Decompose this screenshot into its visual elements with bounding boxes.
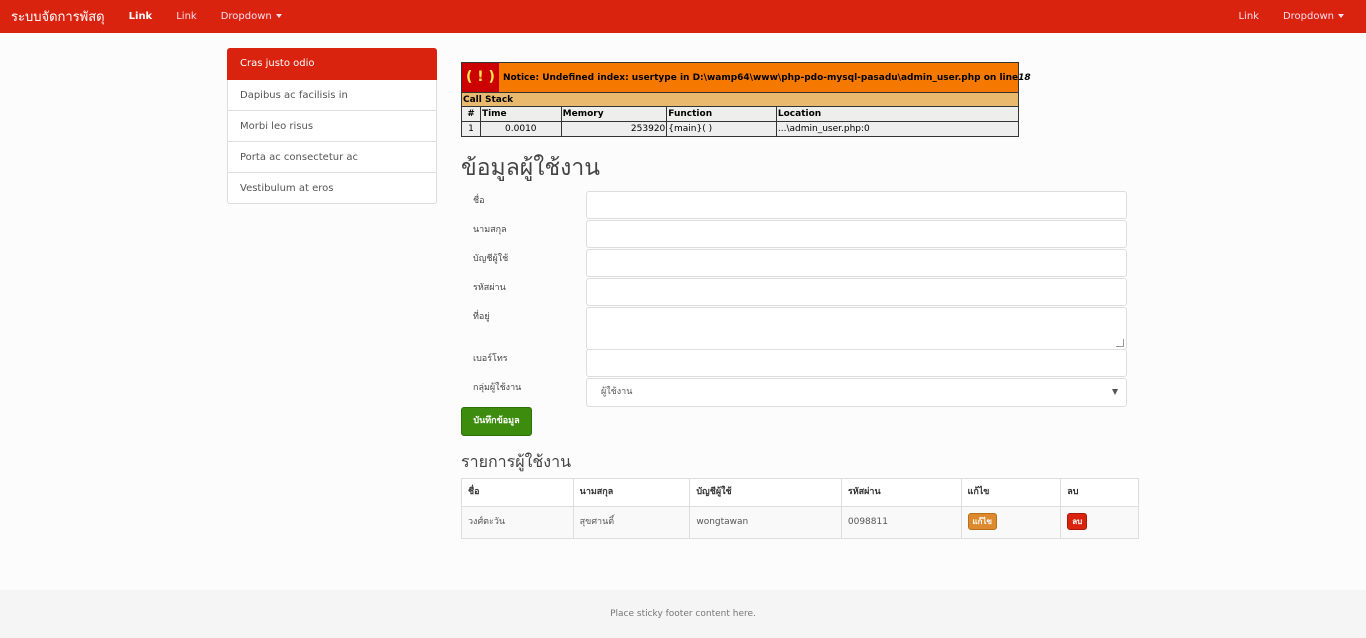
nav-dropdown-right-label: Dropdown bbox=[1282, 11, 1334, 22]
col-time: Time bbox=[481, 107, 562, 121]
notice-header: ( ! ) Notice: Undefined index: usertype … bbox=[462, 63, 1031, 92]
nav-link-right[interactable]: Link bbox=[1226, 0, 1270, 33]
th-username: บัญชีผู้ใช้ bbox=[690, 479, 842, 506]
notice-line: 18 bbox=[1018, 72, 1031, 83]
nav-right-group: Link Dropdown bbox=[1226, 0, 1356, 33]
warning-icon: ( ! ) bbox=[462, 63, 499, 92]
delete-button[interactable]: ลบ bbox=[1067, 513, 1088, 530]
cell-location: ...\admin_user.php:0 bbox=[777, 124, 870, 134]
th-delete: ลบ bbox=[1067, 487, 1079, 497]
first-name-input[interactable] bbox=[586, 191, 1127, 219]
nav-dropdown-right[interactable]: Dropdown bbox=[1271, 0, 1356, 33]
cell-last-name: สุขศานติ์ bbox=[574, 507, 691, 538]
navbar-brand[interactable]: ระบบจัดการพัสดุ bbox=[11, 6, 105, 27]
th-edit: แก้ไข bbox=[962, 479, 1062, 506]
group-select-value: ผู้ใช้งาน bbox=[601, 387, 633, 397]
user-list-title: รายการผู้ใช้งาน bbox=[461, 452, 571, 471]
footer-text: Place sticky footer content here. bbox=[610, 609, 756, 619]
col-index: # bbox=[462, 107, 481, 121]
call-stack-label: Call Stack bbox=[462, 92, 1018, 106]
cell-password: 0098811 bbox=[842, 507, 962, 538]
cell-memory: 253920 bbox=[562, 122, 668, 136]
cell-time: 0.0010 bbox=[481, 122, 562, 136]
address-label: ที่อยู่ bbox=[473, 312, 490, 322]
save-button[interactable]: บันทึกข้อมูล bbox=[461, 407, 532, 436]
th-password: รหัสผ่าน bbox=[842, 479, 962, 506]
page-title: ข้อมูลผู้ใช้งาน bbox=[461, 155, 600, 181]
username-input[interactable] bbox=[586, 249, 1127, 277]
select-arrow-icon bbox=[1112, 389, 1118, 395]
cell-username: wongtawan bbox=[690, 507, 842, 538]
resize-handle-icon[interactable] bbox=[1116, 339, 1124, 347]
call-stack-header: # Time Memory Function Location bbox=[462, 106, 1018, 121]
caret-down-icon bbox=[275, 14, 282, 18]
nav-link-2[interactable]: Link bbox=[164, 0, 208, 33]
nav-link-1[interactable]: Link bbox=[117, 0, 165, 33]
phone-input[interactable] bbox=[586, 349, 1127, 377]
php-notice-box: ( ! ) Notice: Undefined index: usertype … bbox=[461, 62, 1031, 137]
col-memory: Memory bbox=[562, 107, 668, 121]
last-name-input[interactable] bbox=[586, 220, 1127, 248]
cell-first-name: วงศ์ตะวัน bbox=[462, 507, 574, 538]
sidebar-list-group: Cras justo odio Dapibus ac facilisis in … bbox=[227, 48, 437, 204]
edit-button[interactable]: แก้ไข bbox=[967, 513, 998, 530]
username-label: บัญชีผู้ใช้ bbox=[473, 254, 509, 264]
cell-delete: ลบ bbox=[1061, 507, 1138, 538]
group-select[interactable]: ผู้ใช้งาน bbox=[586, 378, 1127, 407]
cell-function: {main}( ) bbox=[667, 122, 777, 136]
nav-dropdown-left[interactable]: Dropdown bbox=[209, 0, 294, 33]
group-label: กลุ่มผู้ใช้งาน bbox=[473, 383, 522, 393]
address-textarea[interactable] bbox=[586, 307, 1127, 350]
sidebar-item-dapibus[interactable]: Dapibus ac facilisis in bbox=[227, 80, 437, 111]
sidebar-item-morbi[interactable]: Morbi leo risus bbox=[227, 111, 437, 142]
cell-index: 1 bbox=[462, 122, 481, 136]
user-table: ชื่อ นามสกุล บัญชีผู้ใช้ รหัสผ่าน แก้ไข … bbox=[461, 478, 1139, 539]
password-input[interactable] bbox=[586, 278, 1127, 306]
table-row: วงศ์ตะวัน สุขศานติ์ wongtawan 0098811 แก… bbox=[462, 506, 1138, 538]
sidebar-item-cras[interactable]: Cras justo odio bbox=[227, 48, 437, 80]
th-last-name: นามสกุล bbox=[574, 479, 691, 506]
phone-label: เบอร์โทร bbox=[473, 354, 508, 364]
th-first-name: ชื่อ bbox=[462, 479, 574, 506]
first-name-label: ชื่อ bbox=[473, 196, 485, 206]
col-function: Function bbox=[667, 107, 777, 121]
cell-edit: แก้ไข bbox=[962, 507, 1062, 538]
caret-down-icon bbox=[1338, 14, 1344, 18]
table-header-row: ชื่อ นามสกุล บัญชีผู้ใช้ รหัสผ่าน แก้ไข … bbox=[462, 479, 1138, 506]
password-label: รหัสผ่าน bbox=[473, 283, 506, 293]
notice-message: Notice: Undefined index: usertype in D:\… bbox=[502, 72, 1019, 83]
sidebar-item-vestibulum[interactable]: Vestibulum at eros bbox=[227, 173, 437, 204]
sidebar-item-porta[interactable]: Porta ac consectetur ac bbox=[227, 142, 437, 173]
last-name-label: นามสกุล bbox=[473, 225, 507, 235]
nav-dropdown-left-label: Dropdown bbox=[220, 11, 272, 22]
top-navbar: ระบบจัดการพัสดุ Link Link Dropdown Link … bbox=[0, 0, 1366, 33]
sticky-footer: Place sticky footer content here. bbox=[0, 590, 1366, 638]
col-location: Location bbox=[777, 109, 822, 119]
call-stack-row: 1 0.0010 253920 {main}( ) ...\admin_user… bbox=[462, 121, 1018, 136]
